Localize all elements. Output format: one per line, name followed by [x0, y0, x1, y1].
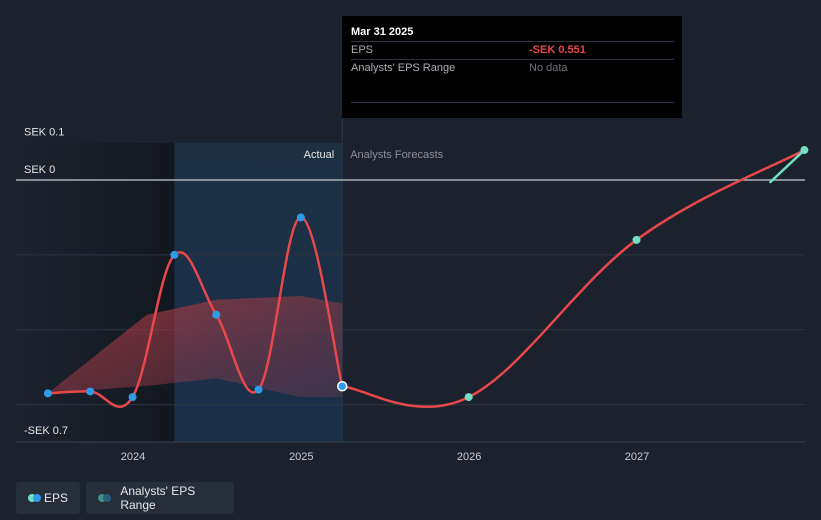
y-tick-label-1: SEK 0	[24, 164, 55, 176]
legend-eps[interactable]: EPS	[16, 482, 80, 514]
legend-eps-label: EPS	[43, 491, 68, 505]
x-tick-label-2024: 2024	[121, 451, 145, 463]
past-shade	[16, 143, 175, 442]
eps-forecast-point-2026-12-31	[632, 235, 641, 244]
tooltip-eps-value: -SEK 0.551	[529, 44, 586, 56]
tooltip-date: Mar 31 2025	[351, 26, 414, 38]
x-tick-label-2027: 2027	[625, 451, 649, 463]
legend-eps-range[interactable]: Analysts' EPS Range	[86, 482, 234, 514]
eps-point-2025-03-31	[336, 380, 348, 392]
x-tick-label-2025: 2025	[289, 451, 313, 463]
legend-range-label: Analysts' EPS Range	[120, 484, 196, 512]
eps-forecast-point-2025-12-31	[464, 393, 473, 402]
eps-point-2024-12-31	[296, 213, 305, 222]
tooltip-eps-label: EPS	[351, 44, 374, 56]
tooltip-divider	[351, 102, 674, 103]
eps-legend-icon	[28, 494, 41, 502]
tooltip-eps-row: EPS -SEK 0.551	[351, 41, 674, 59]
y-tick-label-2: -SEK 0.7	[24, 425, 68, 437]
eps-forecast-line	[342, 148, 805, 409]
range-legend-icon	[98, 494, 112, 502]
tooltip: Mar 31 2025 EPS -SEK 0.551 Analysts' EPS…	[342, 16, 682, 118]
y-tick-label-0: SEK 0.1	[24, 127, 64, 139]
tooltip-range-label: Analysts' EPS Range	[351, 62, 456, 74]
eps-point-2023-06-30	[43, 389, 52, 398]
eps-point-2024-09-30	[254, 385, 263, 394]
tooltip-range-value: No data	[529, 62, 568, 74]
eps-point-2024-03-31	[170, 250, 179, 259]
eps-forecast-point-2027-12-31	[800, 146, 809, 155]
x-tick-label-2026: 2026	[457, 451, 481, 463]
actual-band	[174, 143, 343, 442]
eps-point-2023-09-30	[86, 387, 95, 396]
eps-point-2023-12-31	[128, 393, 137, 402]
tooltip-range-row: Analysts' EPS Range No data	[351, 59, 674, 77]
eps-positive-segment	[769, 148, 806, 184]
eps-point-2024-06-30	[212, 310, 221, 319]
forecast-label: Analysts Forecasts	[350, 149, 443, 161]
actual-label: Actual	[304, 149, 335, 161]
